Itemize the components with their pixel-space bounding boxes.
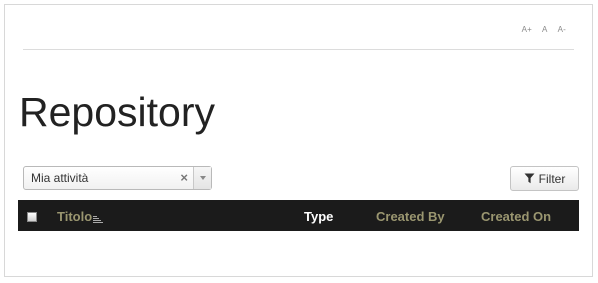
filter-button-label: Filter [538, 171, 566, 186]
column-header-titolo[interactable]: Titolo [57, 209, 104, 227]
font-size-controls: A+ A A- [522, 25, 566, 34]
clear-selection-icon[interactable]: × [180, 170, 188, 185]
filter-button[interactable]: Filter [510, 166, 579, 191]
column-header-type[interactable]: Type [304, 209, 333, 224]
font-decrease-button[interactable]: A- [558, 25, 566, 34]
select-all-checkbox[interactable] [27, 212, 37, 222]
column-header-created-by[interactable]: Created By [376, 209, 445, 224]
chevron-down-icon[interactable] [193, 167, 211, 189]
page-title: Repository [19, 89, 215, 135]
table-header: Titolo Type Created By Created On [18, 200, 579, 231]
activity-filter-select[interactable]: Mia attività × [23, 166, 212, 190]
content-panel: A+ A A- [4, 4, 593, 277]
sort-icon [93, 212, 104, 227]
column-header-titolo-label: Titolo [57, 209, 93, 224]
font-reset-button[interactable]: A [542, 25, 548, 34]
font-increase-button[interactable]: A+ [522, 25, 532, 34]
funnel-icon [524, 173, 535, 184]
column-header-created-on[interactable]: Created On [481, 209, 551, 224]
select-value: Mia attività [31, 171, 89, 185]
header-divider [23, 49, 574, 50]
